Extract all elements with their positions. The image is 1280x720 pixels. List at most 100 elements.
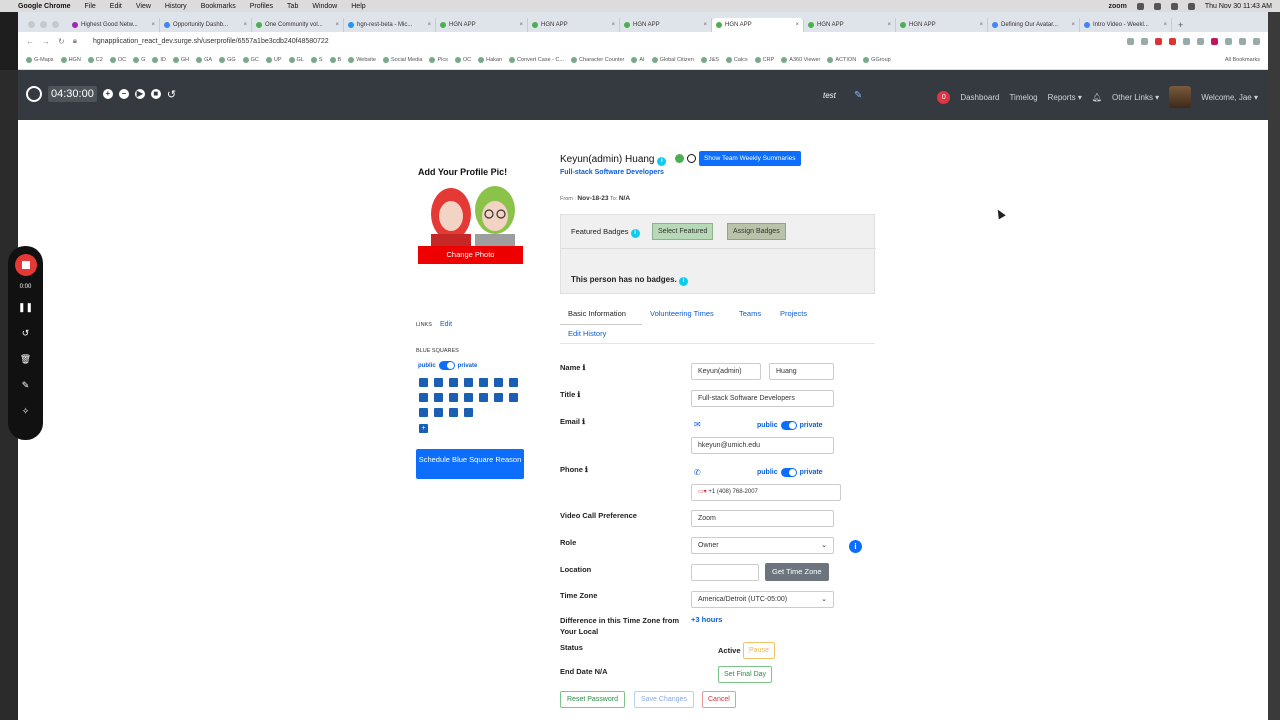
browser-tab[interactable]: Opportunity Dashb... × xyxy=(160,18,252,32)
bookmark-item[interactable]: ID xyxy=(152,56,166,63)
status-icon[interactable] xyxy=(1136,2,1144,10)
blue-square[interactable] xyxy=(494,378,503,387)
close-tab-icon[interactable]: × xyxy=(887,22,891,28)
search-icon[interactable] xyxy=(1187,2,1195,10)
tab-basic-information[interactable]: Basic Information xyxy=(568,309,626,318)
browser-tab[interactable]: HGN APP × xyxy=(896,18,988,32)
title-field[interactable]: Full-stack Software Developers xyxy=(691,390,834,407)
email-field[interactable]: hkeyun@umich.edu xyxy=(691,437,834,454)
menu-profiles[interactable]: Profiles xyxy=(250,3,273,10)
info-icon[interactable]: i xyxy=(679,277,689,286)
close-tab-icon[interactable]: × xyxy=(1163,22,1167,28)
clock-icon[interactable] xyxy=(687,154,696,163)
trash-icon[interactable]: 🗑︎ xyxy=(20,350,31,368)
zoom-status[interactable]: zoom xyxy=(1109,3,1127,10)
bookmark-item[interactable]: J&S xyxy=(700,56,719,63)
nav-dashboard[interactable]: Dashboard xyxy=(960,93,999,102)
extension-icon[interactable] xyxy=(1155,37,1162,45)
close-tab-icon[interactable]: × xyxy=(151,22,155,28)
nav-welcome[interactable]: Welcome, Jae ▾ xyxy=(1201,93,1258,102)
share-icon[interactable] xyxy=(1127,37,1134,45)
menu-help[interactable]: Help xyxy=(351,3,365,10)
assign-badges-button[interactable]: Assign Badges xyxy=(727,223,786,240)
reload-icon[interactable]: ↻ xyxy=(58,37,65,46)
stop-recording-button[interactable] xyxy=(14,254,37,276)
extension-icon[interactable] xyxy=(1197,37,1204,45)
bookmark-item[interactable]: Convert Case - C... xyxy=(509,56,564,63)
visibility-toggle[interactable] xyxy=(438,361,455,370)
schedule-blue-square-reason-button[interactable]: Schedule Blue Square Reason xyxy=(416,449,524,479)
browser-tab-active[interactable]: HGN APP × xyxy=(712,18,804,32)
clock-text[interactable]: Thu Nov 30 11:43 AM xyxy=(1205,3,1272,10)
status-icon[interactable] xyxy=(1153,2,1161,10)
blue-square[interactable] xyxy=(464,408,473,417)
profile-icon[interactable] xyxy=(1253,37,1260,45)
pause-icon[interactable]: ❚❚ xyxy=(18,298,33,316)
blue-square[interactable] xyxy=(479,393,488,402)
url-field[interactable]: hgnapplication_react_dev.surge.sh/userpr… xyxy=(93,38,329,45)
bookmark-item[interactable]: CRP xyxy=(754,56,774,63)
bookmark-item[interactable]: Website xyxy=(348,56,376,63)
email-visibility-toggle[interactable] xyxy=(780,421,797,430)
tab-projects[interactable]: Projects xyxy=(780,309,807,318)
extension-icon[interactable] xyxy=(1169,37,1176,45)
browser-tab[interactable]: Defining Our Avatar... × xyxy=(988,18,1080,32)
browser-tab[interactable]: HGN APP × xyxy=(804,18,896,32)
browser-tab[interactable]: One Community vol... × xyxy=(252,18,344,32)
new-tab-icon[interactable]: + xyxy=(1178,18,1183,32)
forward-icon[interactable]: → xyxy=(42,37,50,46)
extension-icon[interactable] xyxy=(1183,37,1190,45)
bookmark-item[interactable]: Pics xyxy=(429,56,448,63)
close-tab-icon[interactable]: × xyxy=(243,22,247,28)
extension-icon[interactable] xyxy=(1225,37,1232,45)
stop-icon[interactable]: ■ xyxy=(150,89,161,99)
user-job-title[interactable]: Full-stack Software Developers xyxy=(560,169,664,176)
menu-window[interactable]: Window xyxy=(312,3,337,10)
add-time-icon[interactable]: + xyxy=(102,89,113,99)
bookmark-item[interactable]: HGN xyxy=(60,56,81,63)
location-field[interactable] xyxy=(691,564,759,581)
blue-square[interactable] xyxy=(449,378,458,387)
info-circle-icon[interactable]: ℹ︎ xyxy=(585,465,588,474)
nav-other-links[interactable]: Other Links ▾ xyxy=(1112,93,1159,102)
blue-square[interactable] xyxy=(434,378,443,387)
save-changes-button[interactable]: Save Changes xyxy=(634,691,694,708)
back-icon[interactable]: ← xyxy=(26,37,34,46)
close-tab-icon[interactable]: × xyxy=(703,22,707,28)
notification-badge[interactable]: 0 xyxy=(937,90,951,104)
blue-square[interactable] xyxy=(419,378,428,387)
bookmark-item[interactable]: Calcs xyxy=(725,56,748,63)
close-tab-icon[interactable]: × xyxy=(1071,22,1075,28)
play-icon[interactable]: ▶ xyxy=(134,89,145,99)
blue-square[interactable] xyxy=(479,378,488,387)
blue-square[interactable] xyxy=(464,378,473,387)
bookmark-item[interactable]: Hakan xyxy=(478,56,502,63)
blue-square[interactable] xyxy=(434,393,443,402)
browser-tab[interactable]: Intro Video - Weekl... × xyxy=(1080,18,1172,32)
info-circle-icon[interactable]: ℹ︎ xyxy=(583,363,586,372)
bookmark-item[interactable]: UP xyxy=(265,56,282,63)
menu-bookmarks[interactable]: Bookmarks xyxy=(201,3,236,10)
bookmark-item[interactable]: A360 Viewer xyxy=(781,56,820,63)
tab-volunteering-times[interactable]: Volunteering Times xyxy=(650,309,714,318)
wifi-icon[interactable] xyxy=(1170,2,1178,10)
us-flag-icon[interactable]: ▭▾ xyxy=(698,489,707,495)
blue-square[interactable] xyxy=(449,393,458,402)
video-call-field[interactable]: Zoom xyxy=(691,510,834,527)
bookmark-item[interactable]: G-Maps xyxy=(26,56,54,63)
bell-icon[interactable]: 🔔︎ xyxy=(1092,93,1102,102)
menu-history[interactable]: History xyxy=(165,3,187,10)
close-tab-icon[interactable]: × xyxy=(979,22,983,28)
change-photo-button[interactable]: Change Photo xyxy=(418,246,523,264)
browser-tab[interactable]: hgn-rest-beta - Mic... × xyxy=(344,18,436,32)
links-edit-link[interactable]: Edit xyxy=(440,321,452,328)
tab-teams[interactable]: Teams xyxy=(739,309,761,318)
close-tab-icon[interactable]: × xyxy=(795,22,799,28)
pen-icon[interactable]: ✎ xyxy=(22,376,30,394)
add-blue-square-button[interactable]: + xyxy=(419,424,428,433)
bookmark-item[interactable]: GA xyxy=(196,56,212,63)
bookmark-item[interactable]: GC xyxy=(242,56,259,63)
blue-square[interactable] xyxy=(509,393,518,402)
select-featured-button[interactable]: Select Featured xyxy=(652,223,714,240)
bookmark-item[interactable]: GG xyxy=(219,56,236,63)
